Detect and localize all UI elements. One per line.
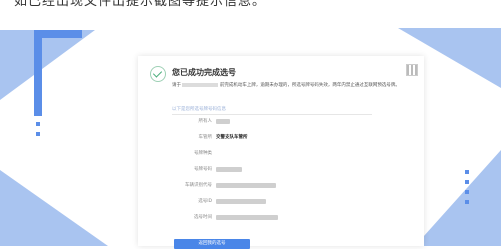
- row-label: 选号时间: [194, 215, 212, 220]
- row-label: 车辆识别代号: [185, 183, 212, 188]
- info-row-plate-type: 号牌种类: [172, 150, 212, 160]
- notice-prefix: 请于: [172, 83, 181, 88]
- decor-frame-top-left: [34, 30, 82, 116]
- row-label: 车管所: [198, 135, 213, 140]
- info-row-office: 车管所 交警支队车管所: [172, 134, 248, 144]
- top-caption: 如已经出现文件出提示截图等提示信息。: [14, 0, 267, 9]
- redacted-value: [216, 167, 242, 172]
- info-row-owner: 所有人: [172, 118, 230, 128]
- notice-text: 请于 前完成机动车上牌，逾期未办理的，所选号牌号码失效，两年内禁止通过互联网预选…: [172, 82, 408, 90]
- return-button[interactable]: 返回我的选号: [174, 239, 250, 249]
- panel-title: 您已成功完成选号: [172, 68, 236, 77]
- decor-triangle-bottom-right: [415, 150, 501, 246]
- success-panel: 您已成功完成选号 请于 前完成机动车上牌，逾期未办理的，所选号牌号码失效，两年内…: [138, 56, 424, 249]
- row-label: 号牌种类: [194, 151, 212, 156]
- success-check-icon: [150, 66, 166, 82]
- decor-triangle-bottom-left: [0, 170, 108, 246]
- info-row-selection-id: 选号ID: [172, 198, 266, 208]
- notice-body: 前完成机动车上牌，逾期未办理的，所选号牌号码失效，两年内禁止通过互联网预选号牌。: [219, 83, 400, 88]
- redacted-value: [216, 119, 230, 124]
- redacted-value: [216, 215, 278, 220]
- row-label: 号牌号码: [194, 167, 212, 172]
- info-row-vin: 车辆识别代号: [172, 182, 276, 192]
- section-heading: 以下是您所选号牌号码信息: [172, 106, 372, 115]
- redacted-date: [182, 82, 219, 87]
- row-label: 选号ID: [198, 199, 212, 204]
- qr-code-icon: [406, 64, 418, 76]
- redacted-value: [216, 199, 266, 204]
- info-row-plate-number: 号牌号码: [172, 166, 242, 176]
- redacted-value: [216, 183, 276, 188]
- info-row-selection-time: 选号时间: [172, 214, 278, 224]
- row-label: 所有人: [198, 119, 213, 124]
- row-value: 交警支队车管所: [216, 135, 248, 140]
